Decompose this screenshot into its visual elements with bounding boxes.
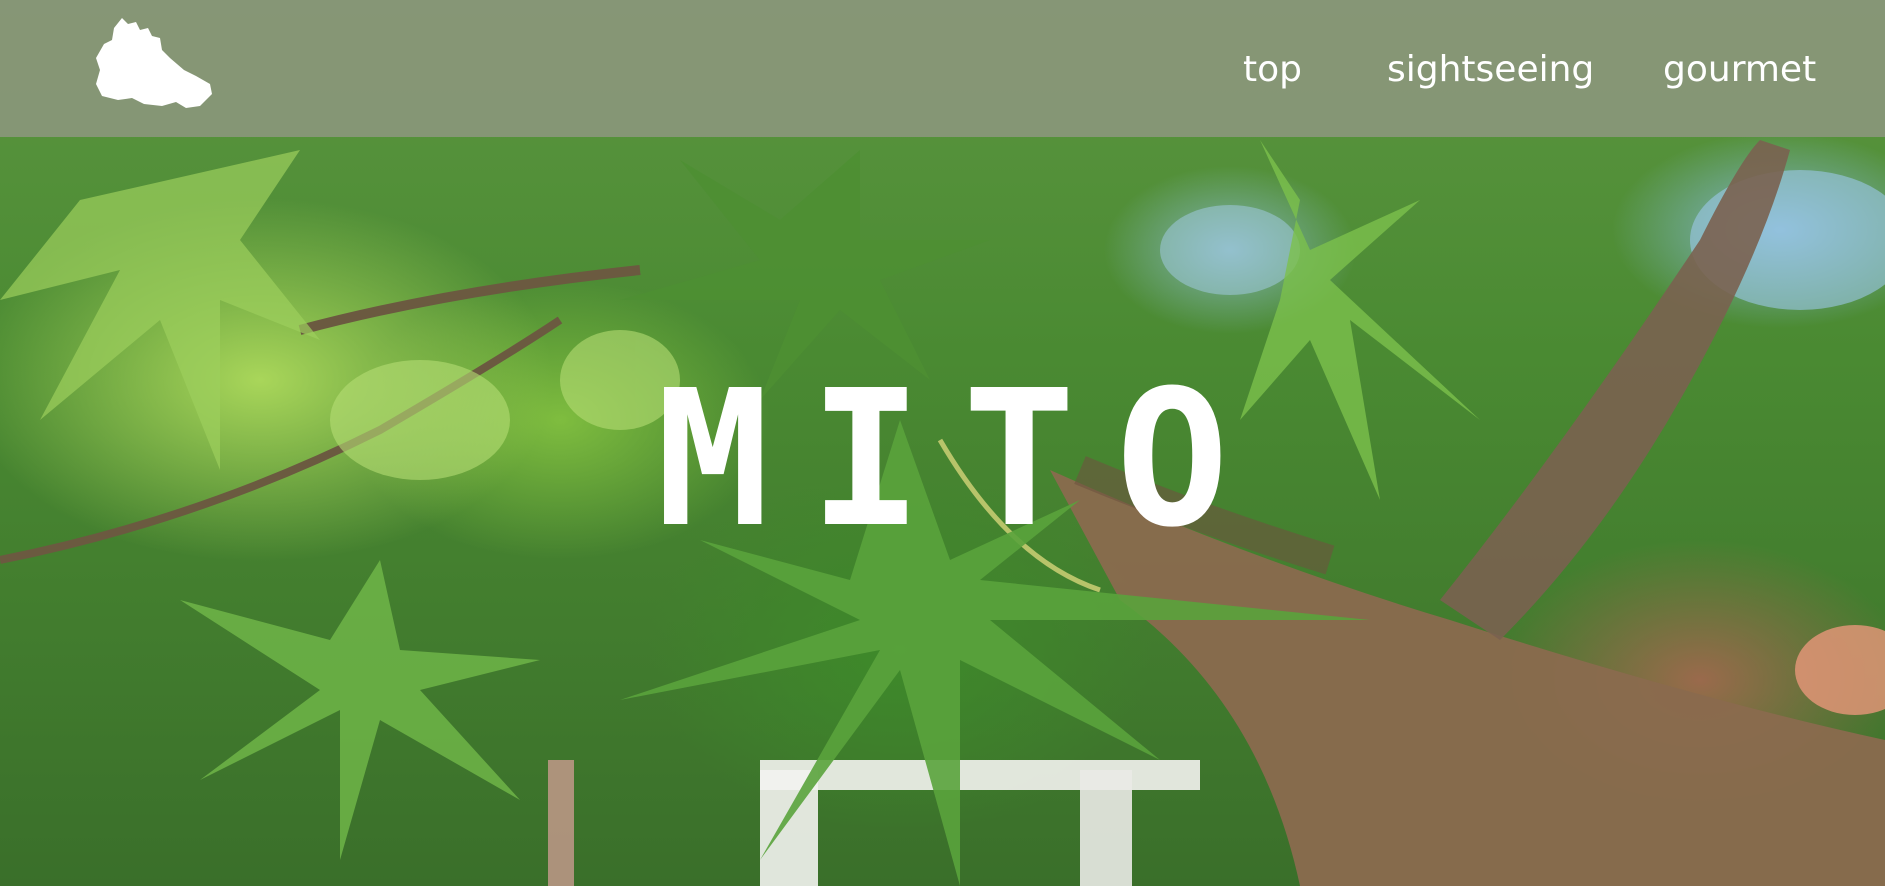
hero-title: MITO	[656, 350, 1269, 569]
nav-link-gourmet[interactable]: gourmet	[1663, 48, 1816, 92]
main-nav: top sightseeing gourmet	[0, 48, 1885, 98]
hero-section: top sightseeing gourmet MITO	[0, 0, 1885, 886]
header-bar: top sightseeing gourmet	[0, 0, 1885, 137]
nav-link-sightseeing[interactable]: sightseeing	[1387, 48, 1594, 92]
nav-link-top[interactable]: top	[1243, 48, 1302, 92]
